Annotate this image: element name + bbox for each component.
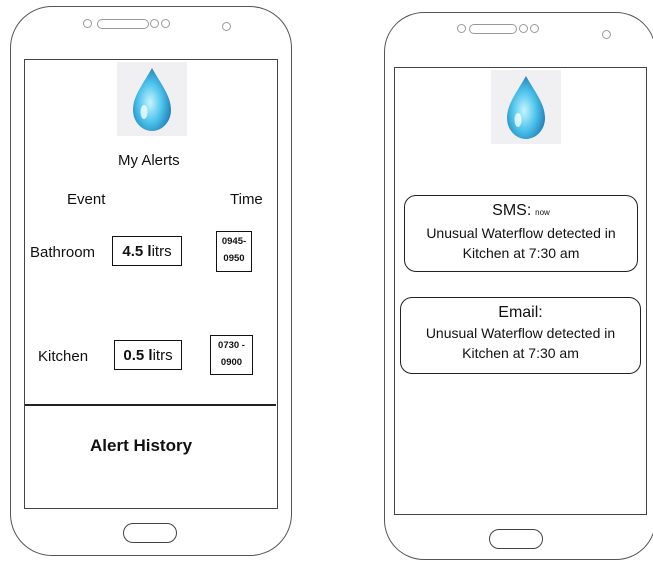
front-camera-icon	[222, 22, 231, 31]
alert-history-button[interactable]: Alert History	[90, 436, 192, 456]
event-label-kitchen: Kitchen	[38, 348, 89, 365]
sensor-icon	[530, 24, 539, 33]
notifications-screen: SMS: now Unusual Waterflow detected in K…	[394, 67, 647, 515]
time-end: 0950	[223, 253, 245, 264]
divider	[25, 404, 276, 406]
water-drop-icon	[133, 68, 171, 131]
usage-unit: itrs	[152, 346, 173, 364]
sensor-icon	[150, 19, 159, 28]
time-end: 0900	[220, 357, 243, 368]
usage-value-kitchen: 0.5 l itrs	[114, 340, 182, 370]
sms-notification[interactable]: SMS: now Unusual Waterflow detected in K…	[404, 195, 638, 272]
notification-message-line2: Kitchen at 7:30 am	[462, 245, 580, 261]
time-range-bathroom: 0945- 0950	[216, 231, 252, 272]
notification-message-line2: Kitchen at 7:30 am	[462, 345, 579, 361]
notification-time-badge: now	[535, 208, 550, 217]
sensor-icon	[161, 19, 170, 28]
usage-unit: itrs	[151, 242, 172, 260]
notification-message-line1: Unusual Waterflow detected in	[425, 325, 616, 341]
notification-channel: SMS:	[492, 202, 532, 219]
sensor-icon	[519, 24, 528, 33]
camera-icon	[83, 19, 92, 28]
home-button[interactable]	[489, 529, 543, 549]
page-title: My Alerts	[118, 152, 180, 169]
app-logo	[117, 62, 187, 136]
usage-amount: 4.5	[122, 242, 144, 260]
notification-message-line1: Unusual Waterflow detected in	[426, 225, 616, 241]
camera-icon	[457, 24, 466, 33]
usage-amount: 0.5	[123, 346, 145, 364]
home-button[interactable]	[123, 523, 177, 543]
phone-frame-notifications: SMS: now Unusual Waterflow detected in K…	[384, 12, 653, 560]
phone-frame-alerts: My Alerts Event Time Bathroom 4.5 l itrs …	[10, 6, 292, 556]
usage-value-bathroom: 4.5 l itrs	[112, 236, 182, 266]
email-notification[interactable]: Email: Unusual Waterflow detected in Kit…	[400, 297, 641, 374]
event-column-header: Event	[67, 191, 106, 208]
event-label-bathroom: Bathroom	[30, 244, 96, 261]
time-range-kitchen: 0730 - 0900	[210, 335, 253, 375]
time-start: 0730 -	[218, 340, 245, 351]
water-drop-icon	[507, 76, 545, 139]
front-camera-icon	[602, 30, 611, 39]
speaker-grille	[97, 19, 149, 29]
notification-channel: Email:	[498, 304, 543, 321]
alerts-screen: My Alerts Event Time Bathroom 4.5 l itrs …	[24, 59, 278, 509]
app-logo	[491, 70, 561, 144]
time-column-header: Time	[230, 191, 263, 208]
time-start: 0945-	[221, 236, 247, 247]
speaker-grille	[469, 24, 517, 34]
